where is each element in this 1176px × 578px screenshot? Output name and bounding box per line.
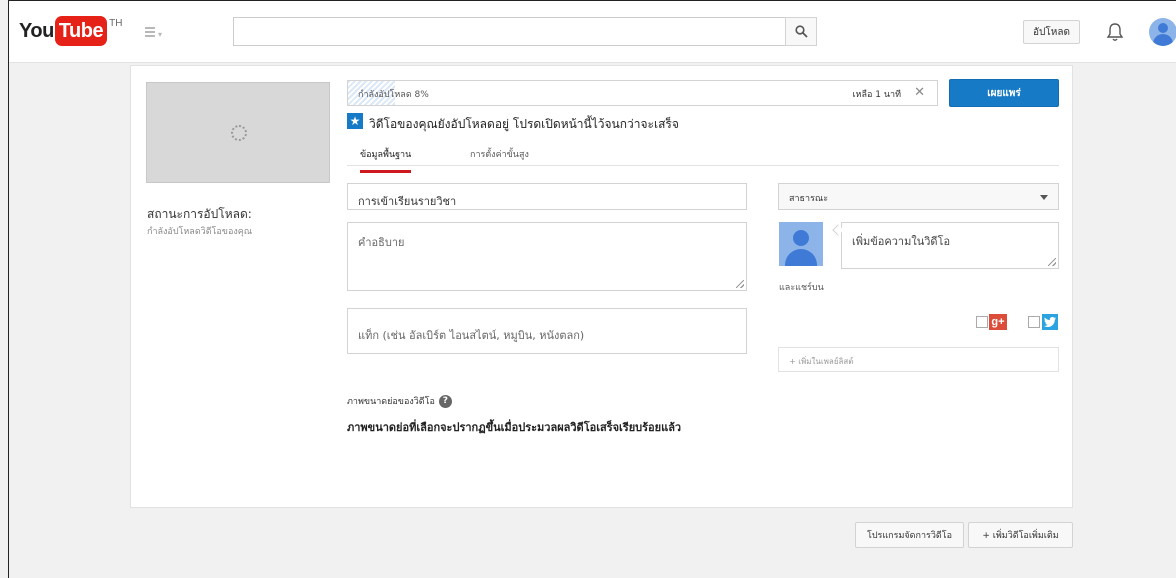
close-icon[interactable]: ✕ — [914, 85, 925, 100]
thumbnails-description: ภาพขนาดย่อที่เลือกจะปรากฏขึ้นเมื่อประมวล… — [347, 421, 682, 434]
logo-tube-text: Tube — [54, 16, 108, 46]
title-field[interactable]: การเข้าเรียนรายวิชา — [347, 183, 747, 210]
privacy-value: สาธารณะ — [789, 194, 829, 204]
avatar — [779, 222, 823, 266]
star-icon: ★ — [347, 113, 363, 129]
help-icon[interactable]: ? — [438, 394, 452, 408]
add-more-videos-button[interactable]: + เพิ่มวิดีโอเพิ่มเติม — [968, 522, 1073, 548]
search-button[interactable] — [785, 17, 817, 46]
time-remaining: เหลือ 1 นาที — [852, 90, 901, 100]
resize-grip-icon[interactable] — [736, 280, 744, 288]
description-field[interactable]: คำอธิบาย — [347, 222, 747, 291]
tab-basic-info[interactable]: ข้อมูลพื้นฐาน — [360, 147, 412, 173]
privacy-select[interactable]: สาธารณะ — [778, 183, 1059, 210]
country-code: TH — [109, 18, 123, 29]
share-message-placeholder: เพิ่มข้อความในวิดีโอ — [852, 235, 951, 248]
search-icon — [794, 25, 808, 38]
title-value: การเข้าเรียนรายวิชา — [358, 195, 457, 208]
tags-field[interactable]: แท็ก (เช่น อัลเบิร์ต ไอนสไตน์, หมูบิน, ห… — [347, 308, 747, 354]
gplus-icon: g+ — [989, 314, 1007, 330]
chevron-down-icon — [1040, 195, 1048, 200]
guide-menu-icon[interactable]: ▾ — [145, 27, 163, 39]
search-input[interactable] — [233, 17, 817, 46]
gplus-checkbox[interactable] — [976, 316, 988, 328]
publish-button[interactable]: เผยแพร่ — [949, 79, 1059, 107]
masthead: You Tube TH ▾ อัปโหลด — [9, 1, 1176, 63]
logo-you-text: You — [19, 20, 54, 42]
tags-placeholder: แท็ก (เช่น อัลเบิร์ต ไอนสไตน์, หมูบิน, ห… — [358, 329, 585, 342]
spinner-icon — [231, 125, 247, 141]
video-manager-button[interactable]: โปรแกรมจัดการวิดีโอ — [855, 522, 964, 548]
add-to-playlist-label: + เพิ่มในเพลย์ลิสต์ — [789, 357, 854, 366]
thumbnails-title: ภาพขนาดย่อของวิดีโอ — [347, 397, 435, 407]
upload-progress-label: กำลังอัปโหลด 8% — [358, 90, 429, 100]
thumbnails-heading: ภาพขนาดย่อของวิดีโอ ? — [347, 394, 452, 408]
upload-button[interactable]: อัปโหลด — [1023, 20, 1080, 44]
tab-advanced-settings[interactable]: การตั้งค่าขั้นสูง — [470, 147, 529, 161]
bell-icon[interactable] — [1106, 22, 1124, 42]
upload-status-title: สถานะการอัปโหลด: — [147, 207, 252, 221]
avatar-icon[interactable] — [1149, 18, 1176, 46]
twitter-checkbox[interactable] — [1028, 316, 1040, 328]
add-to-playlist-button[interactable]: + เพิ่มในเพลย์ลิสต์ — [778, 347, 1059, 372]
upload-progress-bar: กำลังอัปโหลด 8% เหลือ 1 นาที ✕ — [347, 80, 938, 106]
upload-card: สถานะการอัปโหลด: กำลังอัปโหลดวิดีโอของคุ… — [130, 65, 1073, 508]
youtube-logo[interactable]: You Tube TH — [19, 16, 122, 46]
upload-notice: วิดีโอของคุณยังอัปโหลดอยู่ โปรดเปิดหน้าน… — [369, 117, 679, 131]
twitter-icon — [1042, 314, 1058, 330]
share-on-label: และแชร์บน — [779, 283, 824, 293]
share-message-field[interactable]: เพิ่มข้อความในวิดีโอ — [841, 222, 1059, 269]
upload-status-subtitle: กำลังอัปโหลดวิดีโอของคุณ — [147, 227, 253, 237]
resize-grip-icon[interactable] — [1048, 258, 1056, 266]
video-thumbnail-placeholder — [146, 82, 330, 183]
description-placeholder: คำอธิบาย — [358, 236, 405, 249]
tab-bar: ข้อมูลพื้นฐาน การตั้งค่าขั้นสูง — [347, 140, 1059, 173]
